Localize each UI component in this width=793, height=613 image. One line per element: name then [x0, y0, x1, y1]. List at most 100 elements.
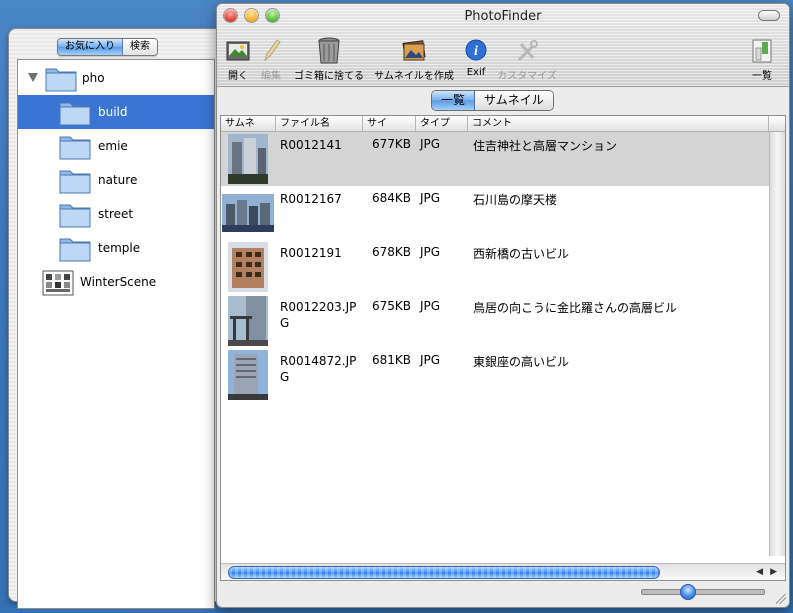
folder-icon	[59, 204, 91, 228]
filename-cell: R0012191	[280, 246, 342, 260]
customize-button[interactable]: カスタマイズ	[495, 36, 559, 82]
tree-item-label: temple	[98, 241, 141, 255]
tree-item-label: emie	[98, 139, 128, 153]
scroll-left-arrow-icon[interactable]: ◀	[756, 567, 763, 577]
window-title: PhotoFinder	[464, 9, 542, 24]
edit-button[interactable]: 編集	[258, 36, 284, 82]
filename-cell: R0012203.JPG	[280, 300, 357, 330]
size-cell: 675KB	[372, 299, 412, 313]
scroll-right-arrow-icon[interactable]: ▶	[770, 567, 777, 577]
tree-item-winterscene[interactable]: WinterScene	[18, 265, 214, 299]
size-cell: 678KB	[372, 245, 412, 259]
thumbnail-size-slider[interactable]	[641, 584, 765, 600]
photo-thumbnail	[222, 194, 274, 232]
type-cell: JPG	[420, 137, 441, 151]
tree-item-label: pho	[82, 71, 105, 85]
pencil-icon	[263, 39, 281, 62]
column-type[interactable]: タイプ	[416, 116, 468, 131]
list-view-button[interactable]: 一覧	[749, 36, 775, 82]
folder-icon	[59, 170, 91, 194]
photo-thumbnail	[228, 134, 268, 184]
view-mode-control: 一覧 サムネイル	[431, 90, 554, 111]
photos-icon	[402, 40, 426, 61]
open-button[interactable]: 開く	[225, 36, 251, 82]
trash-label: ゴミ箱に捨てる	[294, 71, 364, 82]
exif-label: Exif	[466, 67, 486, 78]
comment-cell: 石川島の摩天楼	[473, 193, 558, 207]
photo-thumbnail	[228, 242, 268, 292]
tree-item-build[interactable]: build	[18, 95, 214, 129]
exif-button[interactable]: i Exif	[463, 36, 489, 78]
folder-icon	[59, 136, 91, 160]
info-icon: i	[465, 39, 487, 61]
make-thumbnail-button[interactable]: サムネイルを作成	[373, 36, 455, 82]
type-cell: JPG	[420, 245, 441, 259]
tree-item-label: street	[98, 207, 134, 221]
toolbar-toggle-button[interactable]	[758, 10, 780, 21]
size-cell: 684KB	[372, 191, 412, 205]
column-thumbnail[interactable]: サムネ	[221, 116, 276, 131]
tools-icon	[517, 40, 538, 62]
size-cell: 677KB	[372, 137, 412, 151]
resize-grip-icon[interactable]	[776, 594, 786, 604]
size-cell: 681KB	[372, 353, 412, 367]
vertical-scrollbar[interactable]	[769, 132, 785, 556]
list-icon	[752, 39, 772, 63]
photo-thumbnail	[228, 296, 268, 346]
table-row[interactable]: R0012141 677KB JPG 住吉神社と高層マンション	[221, 132, 769, 186]
tab-search[interactable]: 検索	[123, 39, 157, 55]
photofinder-window: PhotoFinder 開く 編集 ゴミ箱に捨てる サムネイルを作成 i Exi…	[216, 3, 790, 608]
tree-item-temple[interactable]: temple	[18, 231, 214, 265]
tree-item-emie[interactable]: emie	[18, 129, 214, 163]
tree-item-nature[interactable]: nature	[18, 163, 214, 197]
type-cell: JPG	[420, 191, 441, 205]
folder-icon	[59, 102, 91, 126]
comment-cell: 鳥居の向こうに金比羅さんの高層ビル	[473, 301, 678, 315]
filename-cell: R0012167	[280, 192, 342, 206]
type-cell: JPG	[420, 299, 441, 313]
table-row[interactable]: R0012167 684KB JPG 石川島の摩天楼	[221, 186, 769, 240]
trash-icon	[318, 37, 340, 64]
type-cell: JPG	[420, 353, 441, 367]
comment-cell: 西新橋の古いビル	[473, 247, 570, 261]
comment-cell: 住吉神社と高層マンション	[473, 139, 618, 153]
open-label: 開く	[228, 71, 248, 82]
column-filename[interactable]: ファイル名	[276, 116, 363, 131]
folder-tree: pho build emie nature street temple Wint…	[17, 59, 215, 609]
photo-thumbnail	[228, 350, 268, 400]
slider-knob[interactable]	[680, 584, 696, 600]
drawer-tab-control: お気に入り 検索	[57, 38, 158, 56]
photo-table: サムネ ファイル名 サイ タイプ コメント R0012141 677KB JPG…	[220, 115, 786, 581]
svg-text:i: i	[474, 44, 478, 59]
table-row[interactable]: R0014872.JPG 681KB JPG 東銀座の高いビル	[221, 348, 769, 402]
favorites-drawer: お気に入り 検索 pho build emie nature street te…	[8, 28, 218, 609]
filename-cell: R0014872.JPG	[280, 354, 357, 384]
customize-label: カスタマイズ	[497, 71, 557, 82]
tab-thumbnail-view[interactable]: サムネイル	[475, 91, 553, 110]
list-label: 一覧	[752, 71, 772, 82]
scene-icon	[42, 270, 74, 296]
disclosure-triangle-icon[interactable]	[28, 73, 38, 82]
table-row[interactable]: R0012203.JPG 675KB JPG 鳥居の向こうに金比羅さんの高層ビル	[221, 294, 769, 348]
tree-item-label: nature	[98, 173, 138, 187]
edit-label: 編集	[261, 71, 281, 82]
table-header: サムネ ファイル名 サイ タイプ コメント	[221, 116, 785, 132]
make-thumbnail-label: サムネイルを作成	[374, 71, 454, 82]
tree-item-street[interactable]: street	[18, 197, 214, 231]
column-comment[interactable]: コメント	[468, 116, 769, 131]
horizontal-scrollbar[interactable]: ◀ ▶	[221, 563, 785, 580]
tree-item-label: WinterScene	[80, 275, 157, 289]
scroll-thumb[interactable]	[228, 566, 660, 579]
tree-item-pho[interactable]: pho	[18, 61, 214, 95]
tab-favorites[interactable]: お気に入り	[58, 39, 123, 55]
comment-cell: 東銀座の高いビル	[473, 355, 570, 369]
tree-item-label: build	[98, 105, 128, 119]
trash-button[interactable]: ゴミ箱に捨てる	[293, 36, 365, 82]
filename-cell: R0012141	[280, 138, 342, 152]
table-row[interactable]: R0012191 678KB JPG 西新橋の古いビル	[221, 240, 769, 294]
tab-list-view[interactable]: 一覧	[432, 91, 476, 110]
folder-icon	[45, 68, 77, 92]
title-toolbar: PhotoFinder 開く 編集 ゴミ箱に捨てる サムネイルを作成 i Exi…	[217, 4, 789, 87]
column-size[interactable]: サイ	[363, 116, 416, 131]
open-icon	[226, 41, 250, 61]
